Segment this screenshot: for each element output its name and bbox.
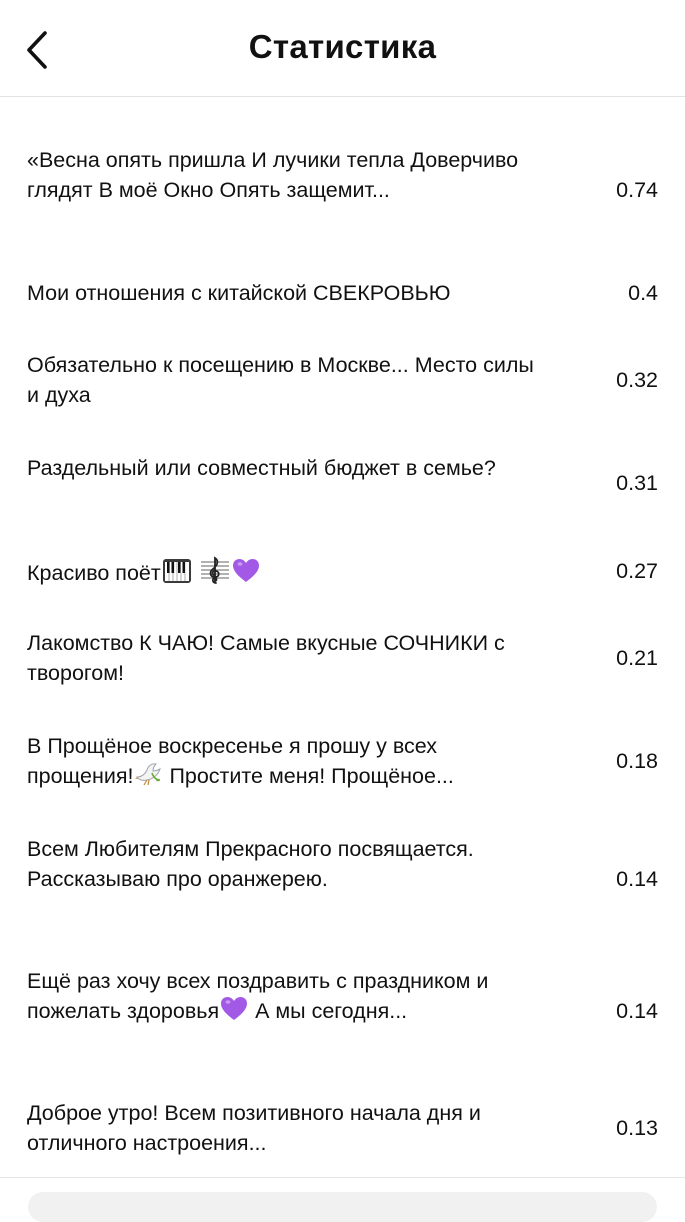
post-score: 0.74 (616, 178, 658, 202)
post-title: Раздельный или совместный бюджет в семье… (27, 456, 496, 480)
post-score: 0.27 (616, 559, 658, 583)
list-item[interactable]: Раздельный или совместный бюджет в семье… (0, 453, 685, 513)
post-score: 0.18 (616, 749, 658, 773)
post-title-text: А мы сегодня... (249, 999, 408, 1023)
list-item[interactable]: Красиво поёт 0.27 (0, 556, 685, 586)
purple-heart-icon (232, 558, 260, 592)
bottom-bar (0, 1177, 685, 1222)
post-title: «Весна опять пришла И лучики тепла Довер… (27, 148, 519, 202)
post-title: Лакомство К ЧАЮ! Самые вкусные СОЧНИКИ с… (27, 631, 505, 685)
post-title-text: Простите меня! Прощёное... (163, 764, 454, 788)
post-title-text: Красиво поёт (27, 561, 161, 585)
list-item[interactable]: «Весна опять пришла И лучики тепла Довер… (0, 145, 685, 237)
post-score: 0.14 (616, 867, 658, 891)
post-score: 0.21 (616, 646, 658, 670)
page-title: Статистика (248, 28, 437, 65)
bottom-input-field[interactable] (28, 1192, 657, 1222)
list-item[interactable]: Всем Любителям Прекрасного посвящается. … (0, 834, 685, 924)
list-item[interactable]: Ещё раз хочу всех поздравить с празднико… (0, 966, 685, 1056)
post-title: В Прощёное воскресенье я прошу у всех пр… (27, 731, 547, 795)
post-score: 0.31 (616, 471, 658, 495)
post-score: 0.4 (628, 281, 658, 305)
treble-clef-icon (200, 556, 230, 592)
list-item[interactable]: Мои отношения с китайской СВЕКРОВЬЮ 0.4 (0, 278, 685, 308)
dove-icon (134, 761, 162, 795)
list-item[interactable]: В Прощёное воскресенье я прошу у всех пр… (0, 731, 685, 791)
list-item[interactable]: Обязательно к посещению в Москве... Мест… (0, 350, 685, 410)
list-item[interactable]: Лакомство К ЧАЮ! Самые вкусные СОЧНИКИ с… (0, 628, 685, 688)
post-title: Красиво поёт (27, 556, 547, 592)
post-score: 0.14 (616, 999, 658, 1023)
post-title: Обязательно к посещению в Москве... Мест… (27, 353, 534, 407)
piano-icon (162, 558, 192, 592)
post-title: Ещё раз хочу всех поздравить с празднико… (27, 966, 547, 1030)
post-title: Всем Любителям Прекрасного посвящается. … (27, 837, 474, 891)
purple-heart-icon (220, 996, 248, 1030)
header: Статистика (0, 0, 685, 97)
post-score: 0.13 (616, 1116, 658, 1140)
post-score: 0.32 (616, 368, 658, 392)
post-title: Мои отношения с китайской СВЕКРОВЬЮ (27, 281, 451, 305)
post-title: Доброе утро! Всем позитивного начала дня… (27, 1101, 481, 1155)
list-item[interactable]: Доброе утро! Всем позитивного начала дня… (0, 1098, 685, 1158)
